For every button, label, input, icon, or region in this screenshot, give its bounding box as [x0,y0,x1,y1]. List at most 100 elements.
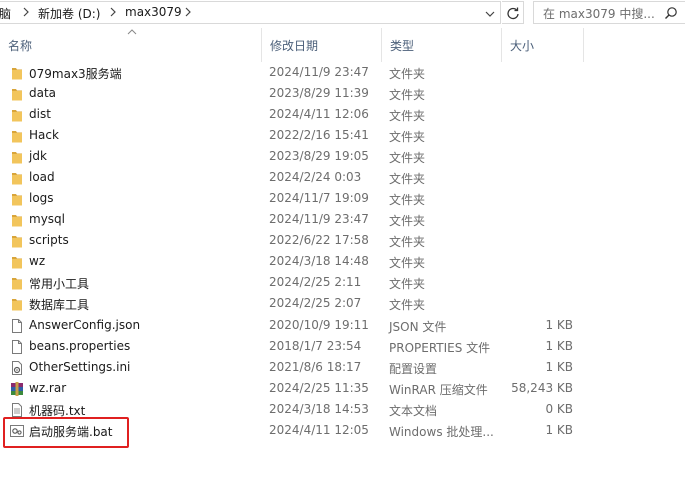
column-header-name-label: 名称 [8,39,33,53]
file-modified-date: 2024/11/7 19:09 [269,191,369,205]
refresh-button[interactable] [502,1,524,24]
file-type: 文件夹 [389,298,426,312]
folder-row[interactable]: 079max3服务端 2024/11/9 23:47 文件夹 [0,63,685,84]
file-type: 文件夹 [389,277,426,291]
folder-icon [9,107,25,123]
column-header-modified[interactable]: 修改日期 [262,28,382,62]
document-icon [9,318,25,334]
file-name: load [29,170,55,184]
file-modified-date: 2021/8/6 18:17 [269,360,362,374]
file-type: 文件夹 [389,151,426,165]
file-name: 079max3服务端 [29,67,122,81]
file-name: jdk [29,149,47,163]
file-name: wz [29,254,46,268]
file-modified-date: 2022/2/16 15:41 [269,128,369,142]
file-name: wz.rar [29,381,67,395]
chevron-down-icon[interactable] [484,8,496,18]
file-name: mysql [29,212,65,226]
file-row[interactable]: OtherSettings.ini 2021/8/6 18:17 配置设置 1 KB [0,358,685,379]
address-bar[interactable]: 脑 新加卷 (D:) max3079 [0,1,501,24]
file-type: 文件夹 [389,214,426,228]
folder-icon [9,128,25,144]
column-header-size[interactable]: 大小 [502,28,584,62]
file-type: Windows 批处理... [389,425,494,439]
document-icon [9,339,25,355]
file-type: 配置设置 [389,362,438,376]
file-modified-date: 2024/11/9 23:47 [269,65,369,79]
file-name: AnswerConfig.json [29,318,141,332]
file-row[interactable]: beans.properties 2018/1/7 23:54 PROPERTIES… [0,337,685,358]
chevron-right-icon[interactable] [22,7,30,17]
folder-row[interactable]: 常用小工具 2024/2/25 2:11 文件夹 [0,273,685,294]
search-input[interactable]: 在 max3079 中搜... [533,1,685,24]
file-modified-date: 2020/10/9 19:11 [269,318,369,332]
file-modified-date: 2023/8/29 19:05 [269,149,369,163]
folder-row[interactable]: scripts 2022/6/22 17:58 文件夹 [0,231,685,252]
column-header-modified-label: 修改日期 [270,39,319,53]
file-name: 数据库工具 [29,298,90,312]
folder-row[interactable]: Hack 2022/2/16 15:41 文件夹 [0,126,685,147]
file-modified-date: 2024/2/25 2:07 [269,296,362,310]
file-size: 1 KB [545,339,573,353]
file-type: 文件夹 [389,172,426,186]
folder-row[interactable]: jdk 2023/8/29 19:05 文件夹 [0,147,685,168]
file-name: 常用小工具 [29,277,90,291]
folder-row[interactable]: logs 2024/11/7 19:09 文件夹 [0,189,685,210]
column-header-size-label: 大小 [510,39,535,53]
file-type: 文件夹 [389,67,426,81]
file-name: dist [29,107,51,121]
folder-icon [9,86,25,102]
file-modified-date: 2018/1/7 23:54 [269,339,362,353]
folder-icon [9,170,25,186]
file-modified-date: 2024/3/18 14:48 [269,254,369,268]
file-type: 文件夹 [389,88,426,102]
file-modified-date: 2024/3/18 14:53 [269,402,369,416]
folder-icon [9,65,25,81]
column-header-name[interactable]: 名称 [0,28,262,62]
chevron-right-icon[interactable] [184,7,192,17]
chevron-right-icon[interactable] [109,7,117,17]
file-name: scripts [29,233,69,247]
folder-icon [9,212,25,228]
folder-row[interactable]: mysql 2024/11/9 23:47 文件夹 [0,210,685,231]
file-type: 文件夹 [389,256,426,270]
file-modified-date: 2024/2/25 11:35 [269,381,369,395]
refresh-icon [507,7,519,20]
address-toolbar: 脑 新加卷 (D:) max3079 在 max3079 中搜... [0,0,685,26]
folder-row[interactable]: 数据库工具 2024/2/25 2:07 文件夹 [0,294,685,315]
file-modified-date: 2024/2/25 2:11 [269,275,362,289]
folder-row[interactable]: load 2024/2/24 0:03 文件夹 [0,168,685,189]
folder-row[interactable]: data 2023/8/29 11:39 文件夹 [0,84,685,105]
folder-icon [9,149,25,165]
file-name: beans.properties [29,339,131,353]
file-size: 1 KB [545,360,573,374]
folder-row[interactable]: wz 2024/3/18 14:48 文件夹 [0,252,685,273]
folder-row[interactable]: dist 2024/4/11 12:06 文件夹 [0,105,685,126]
file-size: 1 KB [545,318,573,332]
column-header-type[interactable]: 类型 [382,28,502,62]
breadcrumb-this-pc[interactable]: 脑 [0,5,11,22]
file-type: JSON 文件 [389,320,447,334]
breadcrumb-folder[interactable]: max3079 [125,5,182,19]
file-size: 1 KB [545,423,573,437]
file-row[interactable]: wz.rar 2024/2/25 11:35 WinRAR 压缩文件 58,243 K… [0,379,685,400]
highlight-box [3,417,129,448]
breadcrumb-drive[interactable]: 新加卷 (D:) [38,5,100,22]
file-type: 文件夹 [389,130,426,144]
search-icon[interactable] [664,6,678,20]
sort-ascending-icon [127,29,137,35]
folder-icon [9,275,25,291]
file-type: 文件夹 [389,235,426,249]
folder-icon [9,191,25,207]
column-header-type-label: 类型 [390,39,415,53]
settings-file-icon [9,360,25,376]
folder-icon [9,296,25,312]
file-type: 文件夹 [389,109,426,123]
folder-icon [9,254,25,270]
file-type: WinRAR 压缩文件 [389,383,488,397]
file-size: 0 KB [545,402,573,416]
file-type: 文件夹 [389,193,426,207]
file-size: 58,243 KB [511,381,573,395]
file-type: PROPERTIES 文件 [389,341,491,355]
file-row[interactable]: AnswerConfig.json 2020/10/9 19:11 JSON 文件 1… [0,316,685,337]
